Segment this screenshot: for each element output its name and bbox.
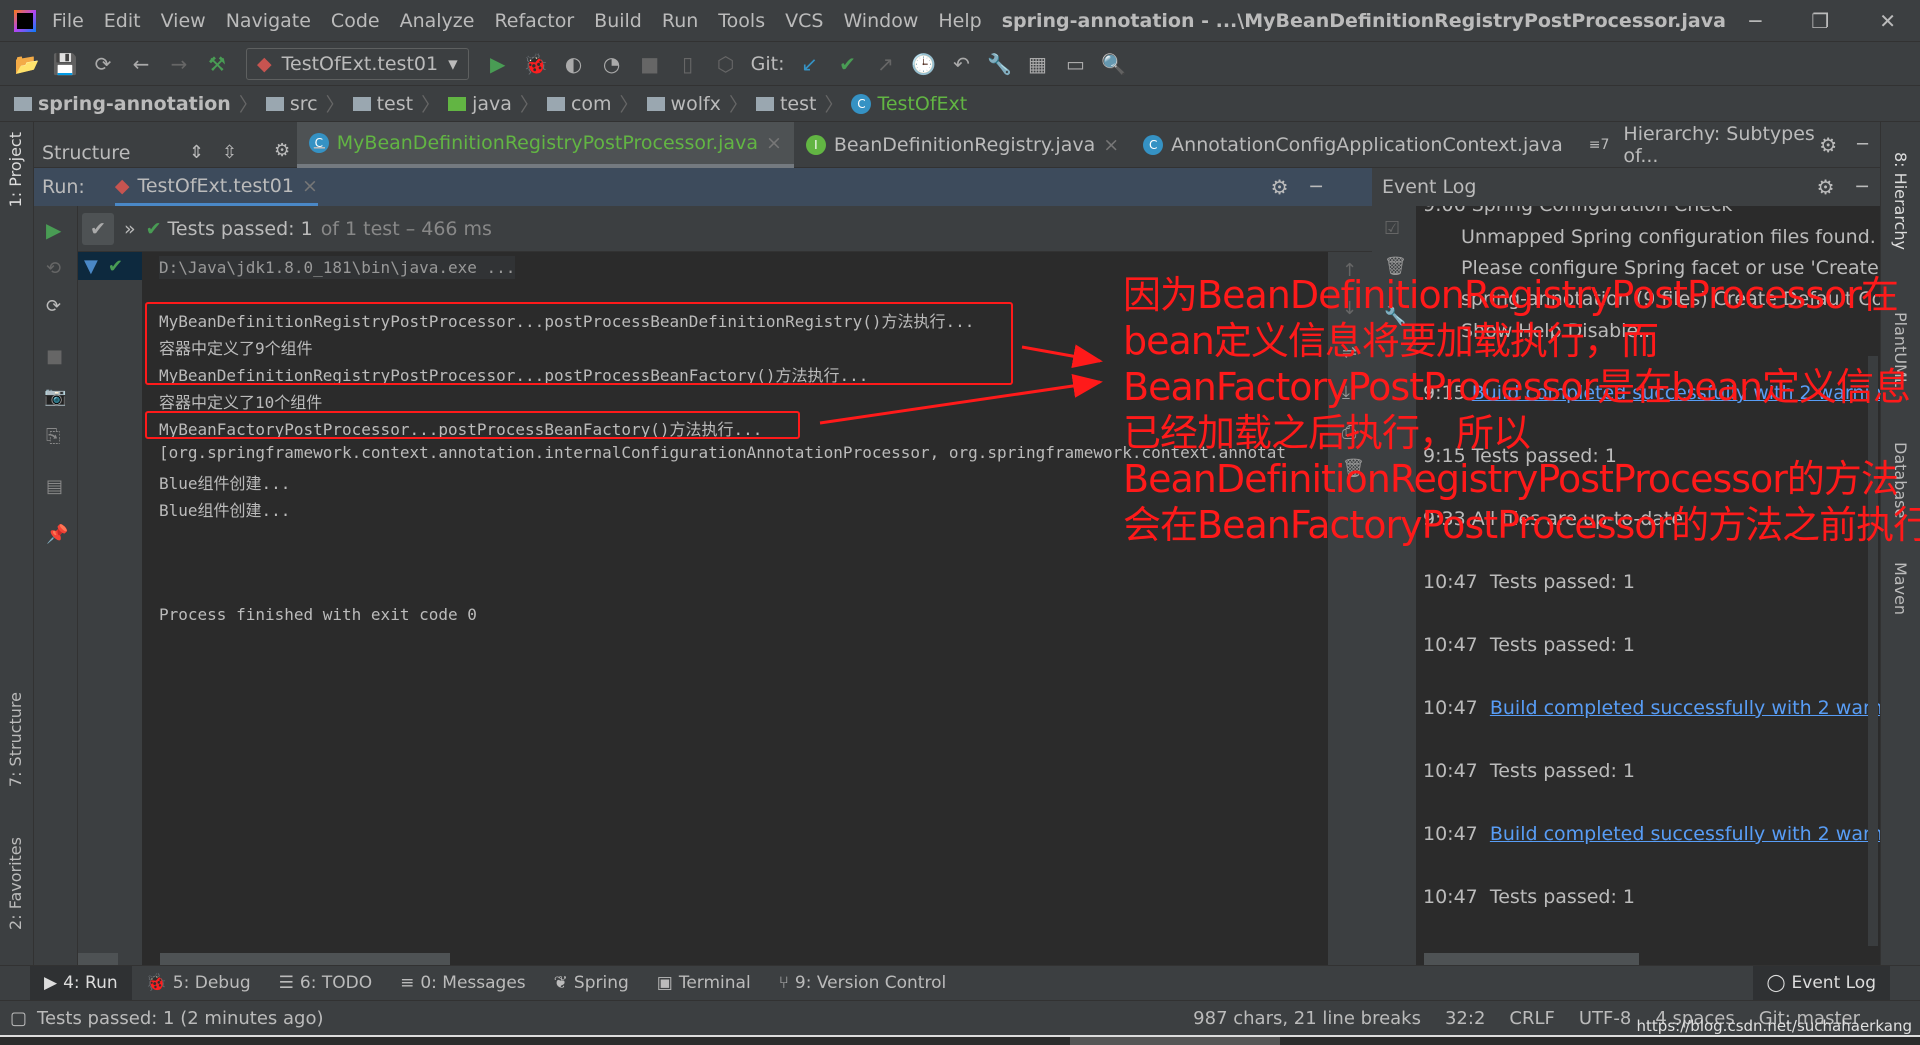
annotation-line: BeanFactoryPostProcessor是在bean定义信息: [1123, 365, 1911, 409]
annotation-line: BeanDefinitionRegistryPostProcessor的方法: [1123, 457, 1899, 501]
annotation-line: bean定义信息将要加载执行，而: [1123, 319, 1659, 363]
arrow-2: [819, 374, 1103, 425]
annotation-line: 因为BeanDefinitionRegistryPostProcessor在: [1123, 273, 1899, 317]
annotation-line: 已经加载之后执行，所以: [1123, 411, 1531, 455]
arrow-1: [1021, 344, 1103, 369]
annotation-line: 会在BeanFactoryPostProcessor的方法之前执行: [1123, 503, 1920, 547]
